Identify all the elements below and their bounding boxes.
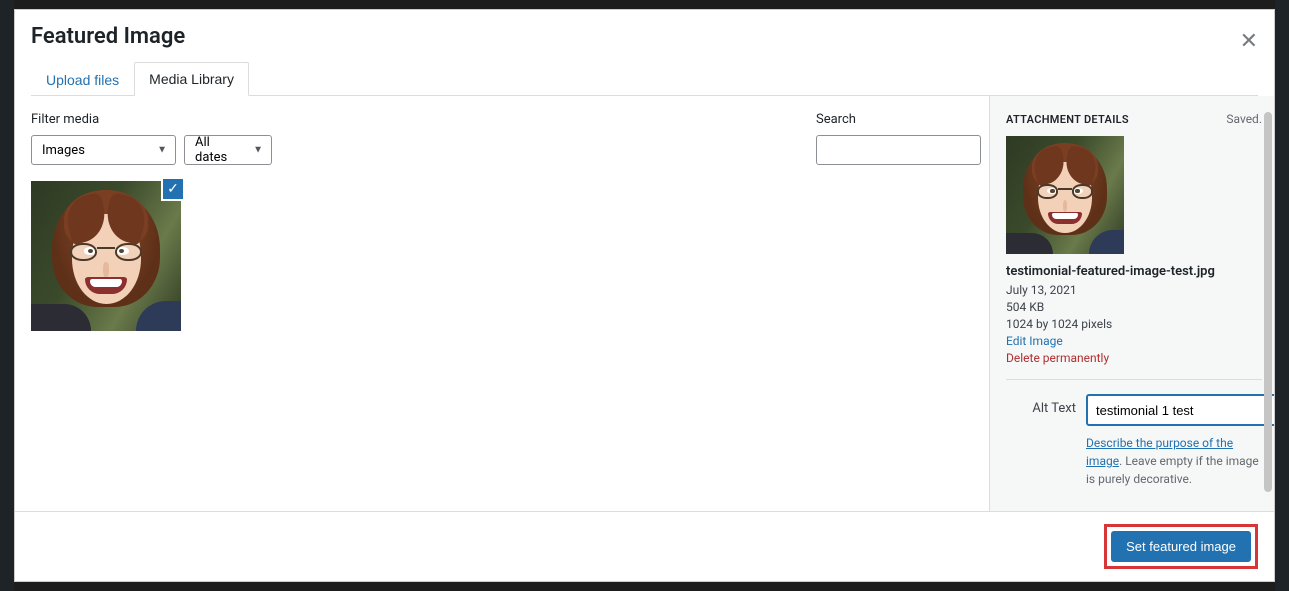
callout-highlight: Set featured image: [1104, 524, 1258, 569]
filter-group: Filter media Images ▼ All dates ▼: [31, 112, 272, 165]
media-date-value: All dates: [195, 135, 243, 165]
alt-text-label: Alt Text: [1006, 394, 1076, 416]
saved-status: Saved.: [1226, 112, 1262, 126]
detail-thumbnail: [1006, 136, 1124, 254]
media-type-value: Images: [42, 143, 85, 158]
details-heading: ATTACHMENT DETAILS: [1006, 113, 1129, 126]
media-type-filter[interactable]: Images ▼: [31, 135, 176, 165]
attachment-date: July 13, 2021: [1006, 283, 1262, 297]
tab-media-library[interactable]: Media Library: [134, 62, 249, 96]
search-label: Search: [816, 112, 981, 127]
chevron-down-icon: ▼: [157, 145, 167, 156]
media-browser: Filter media Images ▼ All dates ▼ Search: [15, 96, 989, 511]
modal-footer: Set featured image: [15, 511, 1274, 581]
attachments-grid: ✓: [31, 181, 981, 331]
selected-check-icon: ✓: [161, 177, 185, 201]
attachment-dimensions: 1024 by 1024 pixels: [1006, 317, 1262, 331]
media-toolbar: Filter media Images ▼ All dates ▼ Search: [31, 112, 981, 165]
chevron-down-icon: ▼: [253, 145, 263, 156]
admin-bg-right: [1275, 0, 1289, 591]
filter-media-label: Filter media: [31, 112, 272, 127]
media-tabs: Upload files Media Library: [31, 61, 1258, 96]
tab-upload-files[interactable]: Upload files: [31, 62, 134, 96]
delete-permanently-link[interactable]: Delete permanently: [1006, 351, 1109, 365]
divider: [1006, 379, 1262, 380]
edit-image-link[interactable]: Edit Image: [1006, 334, 1063, 348]
media-date-filter[interactable]: All dates ▼: [184, 135, 272, 165]
alt-text-help: Describe the purpose of the image. Leave…: [1086, 434, 1262, 488]
attachment-thumbnail: [31, 181, 181, 331]
search-group: Search: [816, 112, 981, 165]
scrollbar[interactable]: [1264, 112, 1272, 492]
featured-image-modal: Featured Image ✕ Upload files Media Libr…: [14, 9, 1275, 582]
close-icon[interactable]: ✕: [1240, 28, 1258, 54]
alt-text-input[interactable]: [1086, 394, 1274, 426]
modal-content: Filter media Images ▼ All dates ▼ Search: [15, 96, 1274, 511]
modal-title: Featured Image: [31, 24, 1258, 49]
search-input[interactable]: [816, 135, 981, 165]
attachment-filesize: 504 KB: [1006, 300, 1262, 314]
set-featured-image-button[interactable]: Set featured image: [1111, 531, 1251, 562]
alt-text-row: Alt Text: [1006, 394, 1262, 426]
modal-header: Featured Image ✕ Upload files Media Libr…: [15, 10, 1274, 96]
attachment-item[interactable]: ✓: [31, 181, 181, 331]
attachment-details-sidebar: ATTACHMENT DETAILS Saved.: [989, 96, 1274, 511]
admin-bg-left: [0, 0, 14, 591]
attachment-filename: testimonial-featured-image-test.jpg: [1006, 264, 1262, 279]
